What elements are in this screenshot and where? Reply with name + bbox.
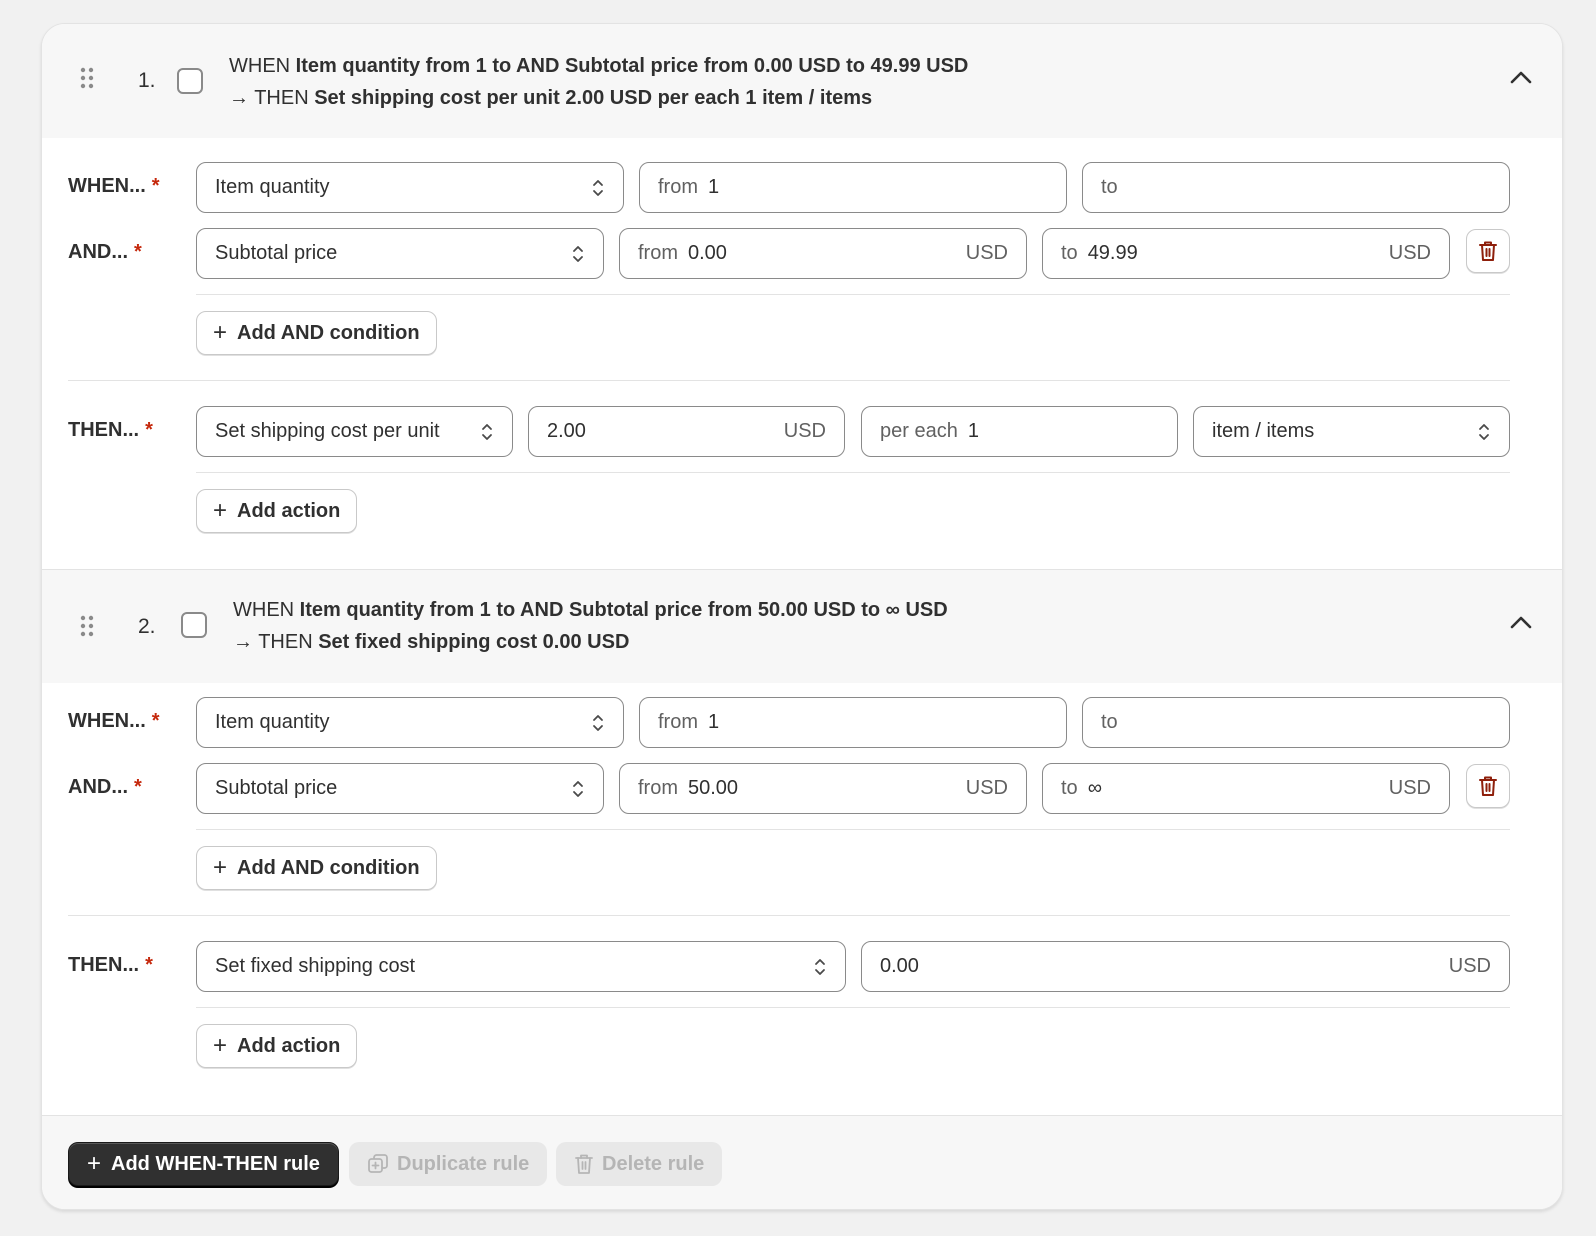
summary-then-text: Set fixed shipping cost 0.00 USD (318, 631, 630, 653)
condition-type-select[interactable]: Item quantity (196, 162, 624, 213)
amount-input[interactable]: 2.00 USD (528, 406, 845, 457)
summary-then-prefix: → THEN (233, 631, 313, 653)
and-label: AND... * (68, 241, 142, 263)
rule-number: 1. (138, 69, 156, 92)
add-action-button[interactable]: + Add action (196, 1024, 358, 1068)
add-and-condition-button[interactable]: + Add AND condition (196, 846, 437, 890)
then-label: THEN... * (68, 954, 153, 976)
amount-input[interactable]: 0.00 USD (861, 941, 1510, 992)
summary-then-text: Set shipping cost per unit 2.00 USD per … (314, 87, 873, 109)
select-updown-icon (593, 179, 603, 196)
to-input[interactable]: to (1082, 697, 1510, 748)
select-updown-icon (573, 245, 583, 262)
when-label: WHEN... * (68, 175, 160, 197)
delete-condition-button[interactable] (1466, 764, 1510, 808)
select-updown-icon (1479, 423, 1489, 440)
divider (196, 472, 1510, 473)
divider (68, 915, 1510, 916)
drag-handle-icon[interactable] (80, 67, 94, 89)
unit-select[interactable]: item / items (1193, 406, 1510, 457)
from-input[interactable]: from 0.00 USD (619, 228, 1027, 279)
plus-icon: + (87, 1150, 102, 1177)
shipping-rules-card: 1. WHEN Item quantity from 1 to AND Subt… (41, 23, 1563, 1210)
chevron-up-icon[interactable] (1510, 70, 1532, 84)
when-label: WHEN... * (68, 710, 160, 732)
condition-type-select[interactable]: Subtotal price (196, 228, 604, 279)
select-updown-icon (815, 958, 825, 975)
delete-rule-button[interactable]: Delete rule (556, 1142, 723, 1186)
required-asterisk: * (151, 710, 160, 732)
drag-handle-icon[interactable] (80, 615, 94, 637)
add-and-condition-button[interactable]: + Add AND condition (196, 311, 437, 355)
duplicate-icon (368, 1154, 388, 1173)
duplicate-rule-button[interactable]: Duplicate rule (349, 1142, 548, 1186)
select-updown-icon (573, 780, 583, 797)
divider (68, 380, 1510, 381)
rule-number: 2. (138, 615, 156, 638)
divider (196, 1007, 1510, 1008)
rules-footer: + Add WHEN-THEN rule Duplicate rule Dele… (42, 1115, 1562, 1209)
summary-when-prefix: WHEN (229, 55, 291, 77)
rule-select-checkbox[interactable] (181, 612, 207, 638)
select-updown-icon (482, 423, 492, 440)
and-label: AND... * (68, 776, 142, 798)
required-asterisk: * (134, 241, 142, 263)
rule-select-checkbox[interactable] (177, 68, 203, 94)
add-action-button[interactable]: + Add action (196, 489, 358, 533)
summary-when-prefix: WHEN (233, 599, 295, 621)
from-input[interactable]: from 1 (639, 697, 1067, 748)
divider (196, 294, 1510, 295)
summary-when-text: Item quantity from 1 to AND Subtotal pri… (295, 55, 969, 77)
divider (196, 829, 1510, 830)
required-asterisk: * (145, 954, 153, 976)
from-input[interactable]: from 50.00 USD (619, 763, 1027, 814)
action-type-select[interactable]: Set shipping cost per unit (196, 406, 513, 457)
rule-summary: WHEN Item quantity from 1 to AND Subtota… (233, 594, 948, 658)
rule-2-header[interactable]: 2. WHEN Item quantity from 1 to AND Subt… (42, 569, 1562, 683)
summary-then-prefix: → THEN (229, 87, 309, 109)
summary-when-text: Item quantity from 1 to AND Subtotal pri… (299, 599, 948, 621)
add-rule-button[interactable]: + Add WHEN-THEN rule (68, 1142, 339, 1186)
from-input[interactable]: from 1 (639, 162, 1067, 213)
required-asterisk: * (134, 776, 142, 798)
trash-icon (1479, 776, 1497, 796)
select-updown-icon (593, 714, 603, 731)
condition-type-select[interactable]: Subtotal price (196, 763, 604, 814)
required-asterisk: * (145, 419, 153, 441)
required-asterisk: * (151, 175, 160, 197)
then-label: THEN... * (68, 419, 153, 441)
to-input[interactable]: to (1082, 162, 1510, 213)
action-type-select[interactable]: Set fixed shipping cost (196, 941, 846, 992)
rule-1-header[interactable]: 1. WHEN Item quantity from 1 to AND Subt… (42, 24, 1562, 138)
trash-icon (1479, 241, 1497, 261)
delete-condition-button[interactable] (1466, 229, 1510, 273)
to-input[interactable]: to ∞ USD (1042, 763, 1450, 814)
plus-icon: + (213, 497, 228, 524)
per-each-input[interactable]: per each 1 (861, 406, 1178, 457)
condition-type-select[interactable]: Item quantity (196, 697, 624, 748)
trash-icon (575, 1154, 593, 1174)
plus-icon: + (213, 319, 228, 346)
rule-summary: WHEN Item quantity from 1 to AND Subtota… (229, 50, 968, 114)
plus-icon: + (213, 854, 228, 881)
to-input[interactable]: to 49.99 USD (1042, 228, 1450, 279)
plus-icon: + (213, 1032, 228, 1059)
chevron-up-icon[interactable] (1510, 615, 1532, 629)
